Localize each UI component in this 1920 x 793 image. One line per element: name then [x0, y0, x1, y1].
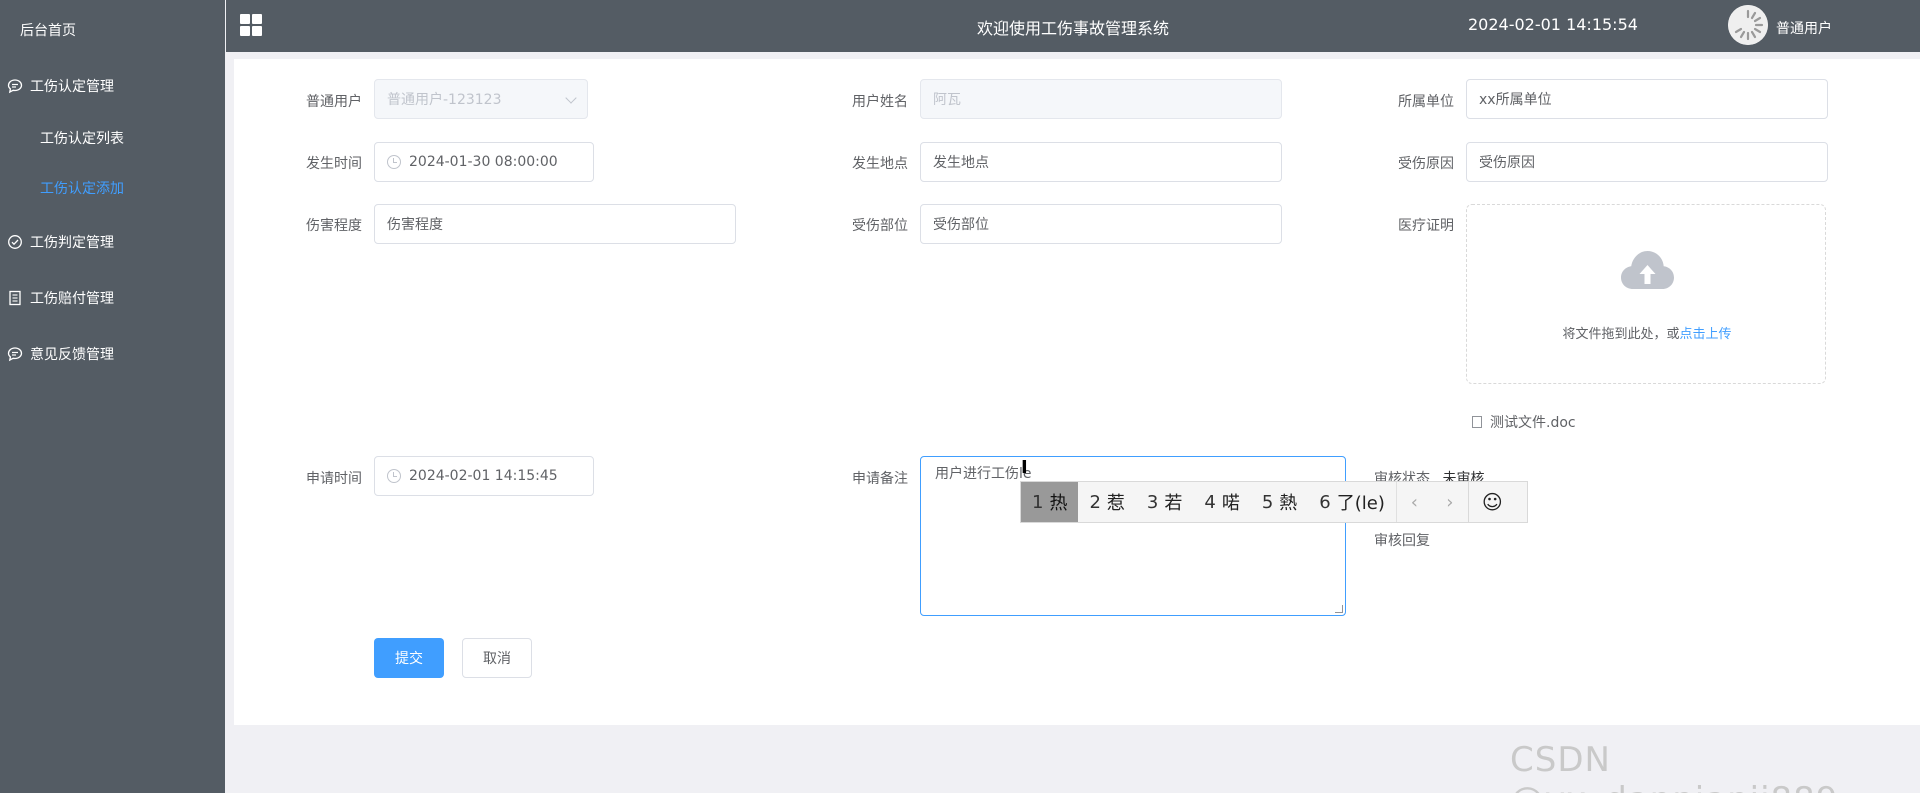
ime-candidate-number: 4	[1204, 491, 1216, 513]
ime-candidate-text: 喏	[1221, 493, 1240, 514]
label-occur-time: 发生时间	[306, 156, 362, 172]
header-clock: 2024-02-01 14:15:54	[1468, 15, 1638, 34]
injury-cause-field[interactable]: 受伤原因	[1466, 142, 1828, 182]
chevron-right-icon[interactable]: ›	[1432, 482, 1468, 522]
name-field-value: 阿瓦	[933, 92, 961, 108]
upload-hint: 将文件拖到此处，或点击上传	[1467, 323, 1827, 342]
ime-candidate-text: 若	[1164, 493, 1183, 514]
apply-time-picker[interactable]: 2024-02-01 14:15:45	[374, 456, 594, 496]
ime-candidate-bar: 1热 2惹 3若 4喏 5熱 6 了(le) ‹ › ☺	[1020, 481, 1528, 523]
user-select[interactable]: 普通用户-123123	[374, 79, 588, 119]
label-injury-degree: 伤害程度	[306, 218, 362, 234]
watermark: CSDN @vx_danpianji889	[1510, 740, 1837, 793]
check-circle-icon	[6, 233, 24, 251]
injury-part-value: 受伤部位	[933, 217, 989, 233]
sidebar-item-feedback[interactable]: 意见反馈管理	[0, 334, 225, 374]
label-unit: 所属单位	[1398, 94, 1454, 110]
chat-icon	[6, 345, 24, 363]
cloud-upload-icon	[1617, 247, 1677, 297]
clock-icon	[387, 469, 401, 483]
sidebar-item-home[interactable]: 后台首页	[0, 10, 225, 50]
ime-candidate-number: 6	[1319, 491, 1331, 513]
sidebar-item-label: 工伤认定列表	[40, 131, 124, 147]
file-icon	[1472, 416, 1482, 428]
text-cursor-icon: I	[1021, 457, 1028, 478]
sidebar-item-label: 工伤认定添加	[40, 181, 124, 197]
ime-candidate-text: 惹	[1106, 493, 1125, 514]
submit-button[interactable]: 提交	[374, 638, 444, 678]
name-field[interactable]: 阿瓦	[920, 79, 1282, 119]
uploaded-file[interactable]: 测试文件.doc	[1472, 412, 1576, 432]
sidebar-item-label: 工伤认定管理	[30, 79, 114, 95]
injury-part-field[interactable]: 受伤部位	[920, 204, 1282, 244]
user-select-value: 普通用户-123123	[387, 92, 502, 108]
label-injury-part: 受伤部位	[852, 218, 908, 234]
label-medical: 医疗证明	[1398, 218, 1454, 234]
label-occur-place: 发生地点	[852, 156, 908, 172]
cancel-button[interactable]: 取消	[462, 638, 532, 678]
ime-candidate-number: 3	[1146, 491, 1159, 513]
sidebar-item-recognition-list[interactable]: 工伤认定列表	[0, 118, 225, 158]
ime-candidate[interactable]: 6 了(le)	[1308, 482, 1396, 522]
ime-candidate[interactable]: 5熱	[1251, 482, 1308, 522]
clock-icon	[387, 155, 401, 169]
sidebar-item-injury-compensation[interactable]: 工伤赔付管理	[0, 278, 225, 318]
label-user: 普通用户	[306, 94, 362, 110]
sidebar-item-label: 工伤赔付管理	[30, 291, 114, 307]
sidebar-item-injury-judgment[interactable]: 工伤判定管理	[0, 222, 225, 262]
document-icon	[6, 289, 24, 307]
unit-field-value: xx所属单位	[1479, 92, 1552, 108]
ime-candidate-text: 热	[1049, 493, 1068, 514]
ime-candidate-number: 2	[1089, 491, 1101, 513]
injury-cause-value: 受伤原因	[1479, 155, 1535, 171]
label-injury-cause: 受伤原因	[1398, 156, 1454, 172]
chevron-left-icon[interactable]: ‹	[1395, 482, 1432, 522]
injury-degree-field[interactable]: 伤害程度	[374, 204, 736, 244]
header-username[interactable]: 普通用户	[1776, 18, 1832, 38]
upload-link[interactable]: 点击上传	[1680, 327, 1732, 342]
ime-candidate-number: 1	[1032, 491, 1044, 513]
ime-candidate-text: 熱	[1279, 493, 1298, 514]
occur-place-value: 发生地点	[933, 155, 989, 171]
ime-candidate[interactable]: 3若	[1136, 482, 1193, 522]
ime-candidate[interactable]: 4喏	[1193, 482, 1250, 522]
page-title: 欢迎使用工伤事故管理系统	[976, 19, 1169, 38]
emoji-icon[interactable]: ☺	[1467, 482, 1516, 522]
sidebar-item-label: 工伤判定管理	[30, 235, 114, 251]
ime-candidate-text: 了(le)	[1336, 493, 1385, 514]
sidebar: 后台首页 工伤认定管理 工伤认定列表 工伤认定添加 工伤判定管理 工伤赔付管理 …	[0, 0, 225, 793]
occur-time-value: 2024-01-30 08:00:00	[409, 154, 558, 170]
label-apply-time: 申请时间	[306, 471, 362, 487]
ime-candidate[interactable]: 1热	[1021, 482, 1079, 522]
sidebar-item-label: 后台首页	[20, 23, 76, 39]
occur-time-picker[interactable]: 2024-01-30 08:00:00	[374, 142, 594, 182]
sidebar-item-label: 意见反馈管理	[30, 347, 114, 363]
resize-handle[interactable]	[1335, 605, 1343, 613]
injury-degree-value: 伤害程度	[387, 217, 443, 233]
sidebar-item-injury-recognition[interactable]: 工伤认定管理	[0, 66, 225, 106]
top-header: 欢迎使用工伤事故管理系统 2024-02-01 14:15:54 普通用户	[226, 0, 1920, 52]
apply-note-value: 用户进行工伤le	[935, 466, 1032, 482]
label-review-reply: 审核回复	[1374, 533, 1430, 549]
avatar[interactable]	[1728, 5, 1768, 45]
upload-hint-text: 将文件拖到此处，或	[1562, 327, 1680, 342]
upload-dropzone[interactable]: 将文件拖到此处，或点击上传	[1466, 204, 1826, 384]
chevron-down-icon	[565, 92, 577, 104]
ime-candidate-number: 5	[1261, 491, 1274, 513]
uploaded-file-name: 测试文件.doc	[1490, 415, 1576, 431]
label-name: 用户姓名	[852, 94, 908, 110]
occur-place-field[interactable]: 发生地点	[920, 142, 1282, 182]
unit-field[interactable]: xx所属单位	[1466, 79, 1828, 119]
label-apply-note: 申请备注	[852, 471, 908, 487]
sidebar-item-recognition-add[interactable]: 工伤认定添加	[0, 168, 225, 208]
ime-candidate[interactable]: 2惹	[1078, 482, 1135, 522]
chat-icon	[6, 77, 24, 95]
apply-note-textarea[interactable]: 用户进行工伤le	[920, 456, 1346, 616]
apply-time-value: 2024-02-01 14:15:45	[409, 468, 558, 484]
